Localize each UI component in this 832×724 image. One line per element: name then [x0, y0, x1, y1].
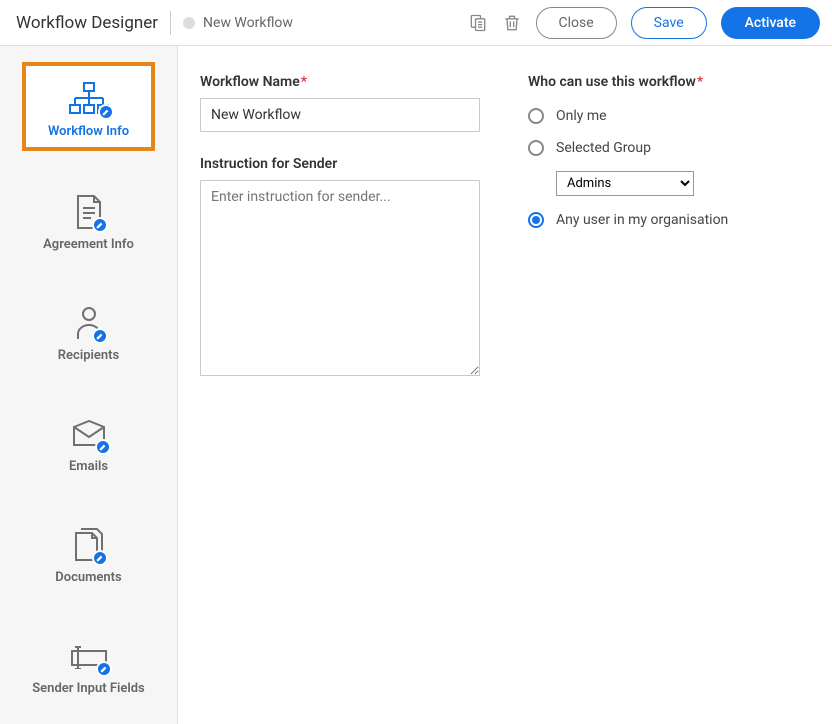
- edit-badge-icon: [98, 104, 114, 120]
- sidebar-item-label: Recipients: [58, 348, 119, 363]
- sidebar-item-label: Agreement Info: [43, 237, 134, 252]
- radio-selected-group[interactable]: Selected Group: [528, 140, 810, 156]
- edit-badge-icon: [92, 217, 108, 233]
- workflow-title: New Workflow: [203, 15, 293, 31]
- save-button[interactable]: Save: [631, 7, 707, 39]
- sidebar-item-recipients[interactable]: Recipients: [22, 288, 155, 373]
- edit-badge-icon: [96, 661, 112, 677]
- radio-label: Selected Group: [556, 140, 651, 156]
- edit-badge-icon: [95, 439, 111, 455]
- sidebar: Workflow Info Agreement Info Recipients …: [0, 46, 178, 724]
- duplicate-icon[interactable]: [468, 13, 488, 33]
- header-actions: Close Save Activate: [468, 7, 820, 39]
- radio-icon: [528, 140, 544, 156]
- edit-badge-icon: [92, 328, 108, 344]
- radio-label: Any user in my organisation: [556, 212, 728, 228]
- sidebar-item-label: Sender Input Fields: [32, 681, 144, 696]
- workflow-name-label: Workflow Name*: [200, 74, 480, 90]
- sidebar-item-documents[interactable]: Documents: [22, 510, 155, 595]
- edit-badge-icon: [92, 550, 108, 566]
- app-title: Workflow Designer: [16, 13, 158, 33]
- radio-icon: [528, 212, 544, 228]
- who-can-use-label: Who can use this workflow*: [528, 74, 810, 90]
- sidebar-item-emails[interactable]: Emails: [22, 399, 155, 484]
- workflow-name-input[interactable]: [200, 98, 480, 132]
- main-content: Workflow Name* Instruction for Sender Wh…: [178, 46, 832, 724]
- sidebar-item-sender-input-fields[interactable]: Sender Input Fields: [22, 621, 155, 706]
- sidebar-item-label: Emails: [69, 459, 108, 474]
- sidebar-item-workflow-info[interactable]: Workflow Info: [22, 62, 155, 151]
- sidebar-item-label: Workflow Info: [48, 124, 129, 139]
- radio-label: Only me: [556, 108, 607, 124]
- radio-any-user[interactable]: Any user in my organisation: [528, 212, 810, 228]
- divider: [170, 11, 171, 35]
- status-dot-icon: [183, 17, 195, 29]
- group-select[interactable]: Admins: [556, 171, 694, 196]
- workflow-status: New Workflow: [183, 15, 293, 31]
- radio-icon: [528, 108, 544, 124]
- instruction-textarea[interactable]: [200, 180, 480, 376]
- radio-only-me[interactable]: Only me: [528, 108, 810, 124]
- instruction-label: Instruction for Sender: [200, 156, 480, 172]
- header: Workflow Designer New Workflow Close Sav…: [0, 0, 832, 46]
- activate-button[interactable]: Activate: [721, 7, 820, 39]
- sidebar-item-agreement-info[interactable]: Agreement Info: [22, 177, 155, 262]
- close-button[interactable]: Close: [536, 7, 617, 39]
- sidebar-item-label: Documents: [55, 570, 121, 585]
- trash-icon[interactable]: [502, 12, 522, 34]
